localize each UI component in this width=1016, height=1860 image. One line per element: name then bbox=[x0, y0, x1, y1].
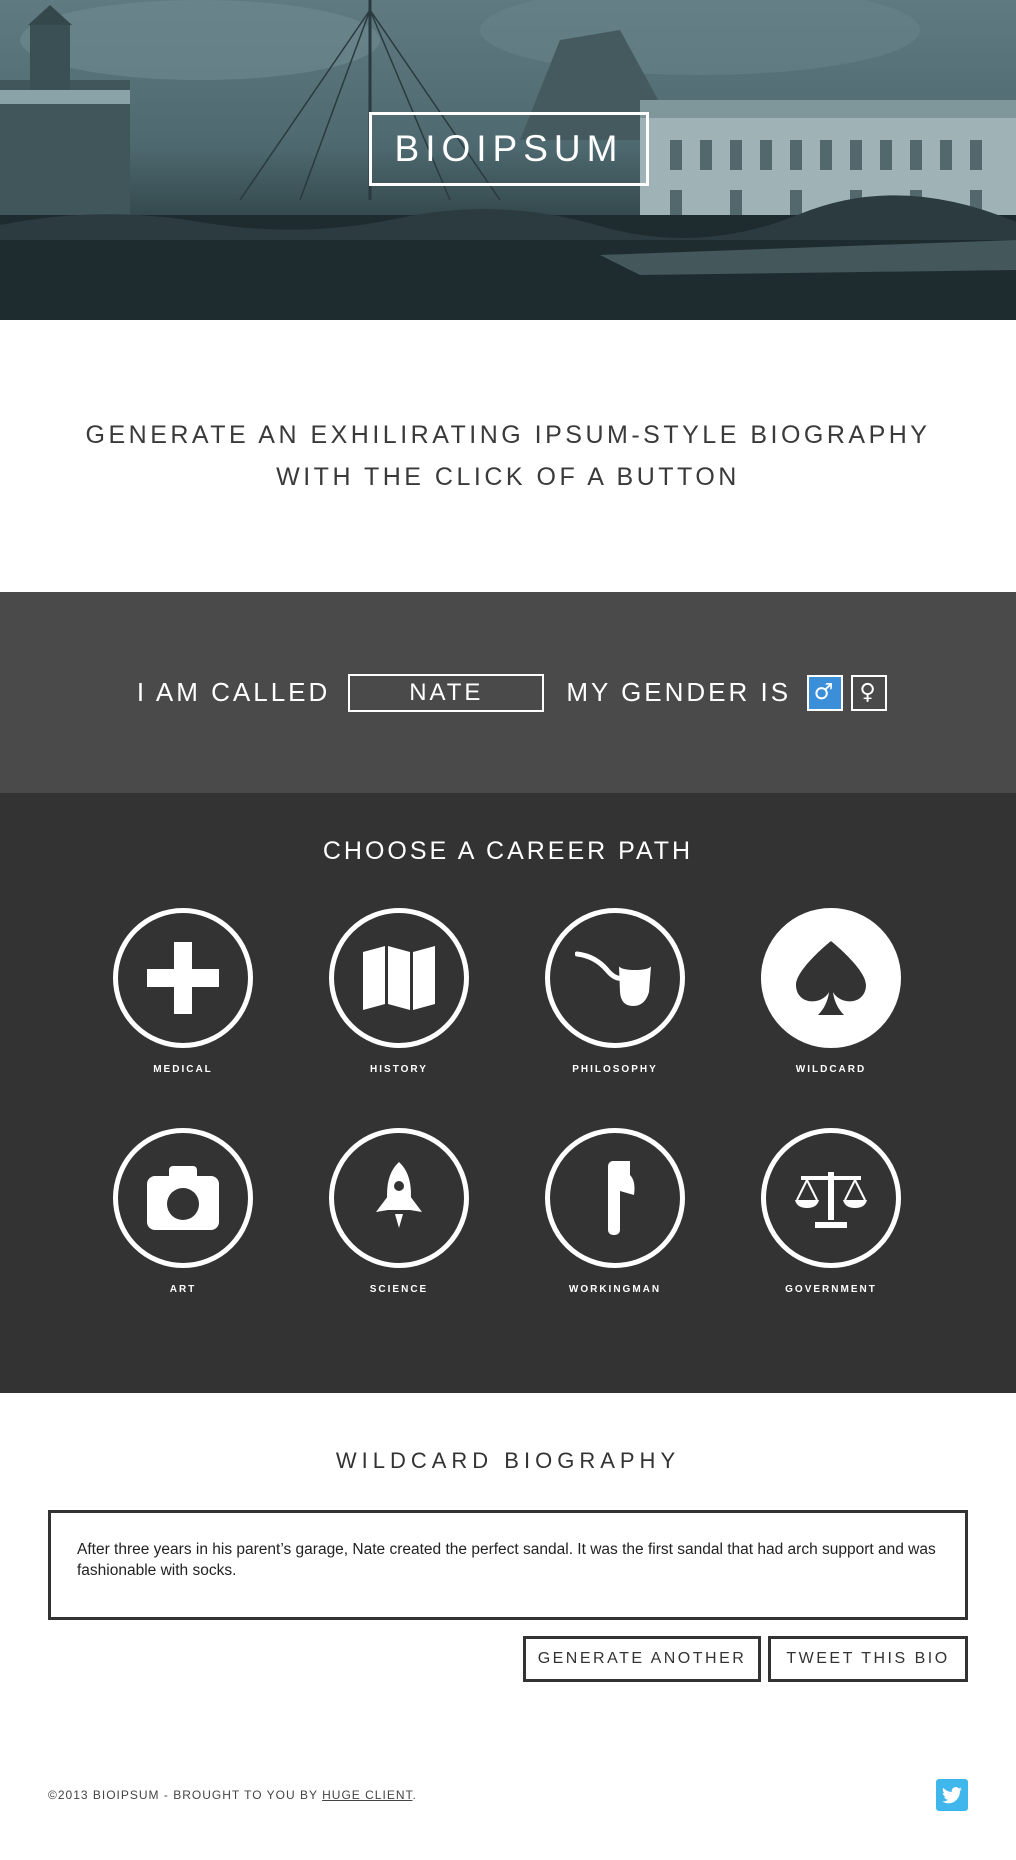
map-icon bbox=[363, 946, 435, 1010]
career-circle[interactable] bbox=[113, 908, 253, 1048]
name-gender-form: I AM CALLED MY GENDER IS ♂ ♀ bbox=[0, 592, 1016, 793]
name-input[interactable] bbox=[348, 673, 545, 712]
career-circle[interactable] bbox=[545, 908, 685, 1048]
career-circle[interactable] bbox=[113, 1128, 253, 1268]
huge-client-link[interactable]: HUGE CLIENT bbox=[322, 1788, 412, 1802]
biography-text: After three years in his parent’s garage… bbox=[77, 1541, 936, 1579]
gender-male-button[interactable]: ♂ bbox=[807, 674, 844, 711]
pipe-icon bbox=[575, 951, 651, 1006]
footer-copyright: ©2013 BIOIPSUM - BROUGHT TO YOU BY HUGE … bbox=[48, 1788, 417, 1802]
medical-cross-icon bbox=[147, 942, 219, 1014]
axe-icon bbox=[604, 1161, 635, 1235]
career-option-medical[interactable]: MEDICAL bbox=[93, 908, 273, 1075]
twitter-button[interactable] bbox=[936, 1779, 968, 1811]
tagline: GENERATE AN EXHILIRATING IPSUM-STYLE BIO… bbox=[0, 320, 1016, 592]
career-label: SCIENCE bbox=[369, 1284, 429, 1295]
career-option-science[interactable]: SCIENCE bbox=[309, 1128, 489, 1295]
gender-female-button[interactable]: ♀ bbox=[851, 674, 888, 711]
career-option-philosophy[interactable]: PHILOSOPHY bbox=[525, 908, 705, 1075]
career-circle[interactable] bbox=[329, 908, 469, 1048]
tweet-bio-button[interactable]: TWEET THIS BIO bbox=[768, 1636, 968, 1682]
career-label: GOVERNMENT bbox=[785, 1284, 877, 1295]
hero-banner: BIOIPSUM bbox=[0, 0, 1016, 320]
career-option-history[interactable]: HISTORY bbox=[309, 908, 489, 1075]
biography-text-box: After three years in his parent’s garage… bbox=[48, 1510, 968, 1620]
career-option-government[interactable]: GOVERNMENT bbox=[741, 1128, 921, 1295]
career-option-wildcard[interactable]: WILDCARD bbox=[741, 908, 921, 1075]
name-label: I AM CALLED bbox=[136, 677, 331, 707]
career-label: PHILOSOPHY bbox=[572, 1064, 658, 1075]
career-label: WORKINGMAN bbox=[568, 1284, 662, 1295]
female-symbol-icon: ♀ bbox=[859, 680, 879, 705]
career-option-art[interactable]: ART bbox=[93, 1128, 273, 1295]
career-label: ART bbox=[169, 1284, 197, 1295]
gender-label: MY GENDER IS bbox=[566, 677, 792, 707]
career-circle[interactable] bbox=[545, 1128, 685, 1268]
career-circle-selected[interactable] bbox=[761, 908, 901, 1048]
male-symbol-icon: ♂ bbox=[813, 680, 837, 705]
career-title: CHOOSE A CAREER PATH bbox=[322, 837, 694, 865]
twitter-bird-icon bbox=[942, 1786, 962, 1803]
career-label: MEDICAL bbox=[153, 1064, 213, 1075]
career-circle[interactable] bbox=[761, 1128, 901, 1268]
career-circle[interactable] bbox=[329, 1128, 469, 1268]
footer-suffix: . bbox=[412, 1788, 417, 1802]
career-option-workingman[interactable]: WORKINGMAN bbox=[525, 1128, 705, 1295]
tagline-line-1: GENERATE AN EXHILIRATING IPSUM-STYLE BIO… bbox=[85, 421, 931, 449]
tagline-line-2: WITH THE CLICK OF A BUTTON bbox=[276, 463, 740, 491]
camera-icon bbox=[147, 1166, 219, 1230]
generate-another-button[interactable]: GENERATE ANOTHER bbox=[523, 1636, 761, 1682]
career-label: WILDCARD bbox=[795, 1064, 867, 1075]
biography-title: WILDCARD BIOGRAPHY bbox=[335, 1448, 681, 1473]
site-logo[interactable]: BIOIPSUM bbox=[369, 112, 649, 186]
career-section: CHOOSE A CAREER PATH MEDICAL HISTORY PHI… bbox=[0, 793, 1016, 1393]
spade-icon bbox=[796, 941, 866, 1015]
footer-prefix: ©2013 BIOIPSUM - BROUGHT TO YOU BY bbox=[48, 1788, 323, 1802]
rocket-icon bbox=[376, 1162, 422, 1228]
career-label: HISTORY bbox=[370, 1064, 428, 1075]
scales-icon bbox=[795, 1172, 867, 1228]
